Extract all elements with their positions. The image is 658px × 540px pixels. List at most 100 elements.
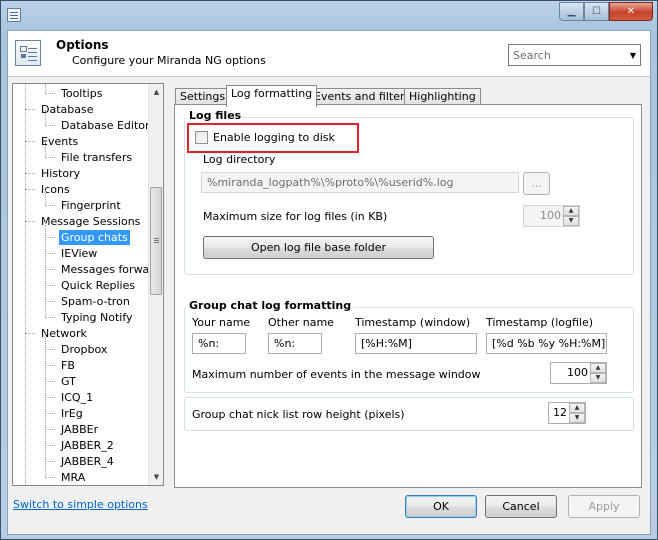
other-name-field[interactable]: %n:: [268, 333, 322, 354]
other-name-label: Other name: [268, 316, 334, 329]
close-icon: ✕: [626, 6, 636, 17]
scrollbar-thumb[interactable]: [150, 187, 162, 295]
maximize-icon: ☐: [592, 6, 601, 17]
spin-up-icon[interactable]: ▲: [563, 206, 579, 216]
tree-connector-line: [45, 205, 55, 206]
scroll-up-arrow-icon[interactable]: ▲: [149, 84, 163, 99]
spin-up-icon[interactable]: ▲: [590, 363, 606, 373]
tree-branch-line: [45, 222, 46, 318]
your-name-label: Your name: [192, 316, 251, 329]
tree-connector-line: [45, 157, 55, 158]
tree-item[interactable]: File transfers: [59, 150, 134, 165]
tree-connector-line: [45, 237, 55, 238]
tree-connector-line: [45, 317, 55, 318]
tree-item[interactable]: FB: [59, 358, 77, 373]
nick-row-height-spinner[interactable]: 12 ▲ ▼: [548, 402, 586, 424]
tree-branch-line: [45, 84, 46, 94]
title-bar[interactable]: ▁ ☐ ✕: [1, 1, 657, 31]
tree-connector-line: [45, 477, 55, 478]
open-log-folder-button[interactable]: Open log file base folder: [203, 236, 434, 259]
tree-item[interactable]: History: [39, 166, 82, 181]
scroll-down-arrow-icon[interactable]: ▼: [149, 469, 163, 484]
window-controls: ▁ ☐ ✕: [559, 2, 653, 21]
window-subtitle: Configure your Miranda NG options: [72, 54, 266, 67]
tree-item[interactable]: GT: [59, 374, 78, 389]
max-size-label: Maximum size for log files (in KB): [203, 210, 388, 223]
ok-button[interactable]: OK: [405, 495, 477, 518]
tree-item[interactable]: JABBER_4: [59, 454, 116, 469]
tree-trunk-line: [25, 84, 26, 485]
log-directory-field[interactable]: %miranda_logpath%\%proto%\%userid%.log: [201, 172, 519, 193]
tree-item[interactable]: Message Sessions: [39, 214, 142, 229]
maximize-button[interactable]: ☐: [584, 2, 609, 21]
tree-item[interactable]: Database: [39, 102, 96, 117]
close-button[interactable]: ✕: [609, 2, 653, 21]
tree-item[interactable]: Database Editor++: [59, 118, 149, 133]
header-band: Options Configure your Miranda NG option…: [8, 31, 650, 77]
tree-item[interactable]: Fingerprint: [59, 198, 123, 213]
timestamp-window-field[interactable]: [%H:%M]: [355, 333, 477, 354]
log-directory-label: Log directory: [203, 153, 276, 166]
max-size-spinner[interactable]: 100 ▲ ▼: [523, 205, 580, 227]
browse-button[interactable]: ...: [523, 172, 550, 195]
tree-connector-line: [45, 253, 55, 254]
cancel-button[interactable]: Cancel: [485, 495, 557, 518]
spin-down-icon[interactable]: ▼: [563, 216, 579, 226]
tree-item[interactable]: Spam-o-tron: [59, 294, 132, 309]
tree-connector-line: [45, 285, 55, 286]
minimize-button[interactable]: ▁: [559, 2, 584, 21]
search-combobox[interactable]: Search ▼: [508, 44, 641, 66]
tree-connector-line: [45, 125, 55, 126]
options-window: ▁ ☐ ✕ Options Configure your Miranda NG …: [0, 0, 658, 540]
tree-item[interactable]: IrEg: [59, 406, 85, 421]
max-events-value: 100: [567, 366, 588, 379]
tree-item[interactable]: Quick Replies: [59, 278, 137, 293]
tree-item[interactable]: Group chats: [59, 230, 130, 245]
tree-connector-line: [45, 397, 55, 398]
client-area: Options Configure your Miranda NG option…: [7, 30, 651, 535]
tree-connector-line: [25, 189, 35, 190]
spin-up-icon[interactable]: ▲: [569, 403, 585, 413]
app-icon: [7, 8, 21, 22]
switch-simple-options-link[interactable]: Switch to simple options: [13, 498, 148, 511]
timestamp-logfile-field[interactable]: [%d %b %y %H:%M]: [486, 333, 607, 354]
tree-connector-line: [45, 93, 55, 94]
tree-connector-line: [45, 301, 55, 302]
chevron-down-icon[interactable]: ▼: [626, 45, 640, 65]
tree-item[interactable]: JABBEr: [59, 422, 100, 437]
nick-row-height-value: 12: [553, 406, 567, 419]
tree-item[interactable]: JABBER_2: [59, 438, 116, 453]
tree-item[interactable]: Typing Notify: [59, 310, 135, 325]
log-files-title: Log files: [187, 109, 244, 122]
tree-item[interactable]: Icons: [39, 182, 72, 197]
minimize-icon: ▁: [567, 6, 576, 17]
tree-connector-line: [45, 269, 55, 270]
apply-button[interactable]: Apply: [568, 495, 640, 518]
options-tree-items: TooltipsDatabaseDatabase Editor++EventsF…: [13, 84, 149, 485]
max-events-spinner[interactable]: 100 ▲ ▼: [550, 362, 607, 384]
log-formatting-panel: Log files Enable logging to disk Log dir…: [174, 104, 642, 488]
tree-item[interactable]: Dropbox: [59, 342, 109, 357]
window-title: Options: [56, 38, 109, 52]
tree-connector-line: [45, 349, 55, 350]
annotation-highlight-box: [187, 123, 359, 153]
spin-down-icon[interactable]: ▼: [590, 373, 606, 383]
tree-branch-line: [45, 142, 46, 158]
options-tree[interactable]: TooltipsDatabaseDatabase Editor++EventsF…: [12, 83, 164, 486]
tree-connector-line: [45, 461, 55, 462]
tree-item[interactable]: Network: [39, 326, 89, 341]
tree-scrollbar[interactable]: ▲ ▼: [148, 84, 163, 485]
tree-item[interactable]: MRA: [59, 470, 87, 485]
tree-item[interactable]: IEView: [59, 246, 99, 261]
tree-connector-line: [45, 365, 55, 366]
tree-connector-line: [45, 413, 55, 414]
your-name-field[interactable]: %n:: [192, 333, 246, 354]
tab-log-formatting[interactable]: Log formatting: [226, 85, 318, 107]
tree-item[interactable]: Messages forwarding: [59, 262, 149, 277]
tree-item[interactable]: Tooltips: [59, 86, 104, 101]
group-chat-log-title: Group chat log formatting: [187, 299, 354, 312]
timestamp-logfile-label: Timestamp (logfile): [486, 316, 594, 329]
max-events-label: Maximum number of events in the message …: [192, 368, 481, 381]
spin-down-icon[interactable]: ▼: [569, 413, 585, 423]
tree-item[interactable]: ICQ_1: [59, 390, 95, 405]
